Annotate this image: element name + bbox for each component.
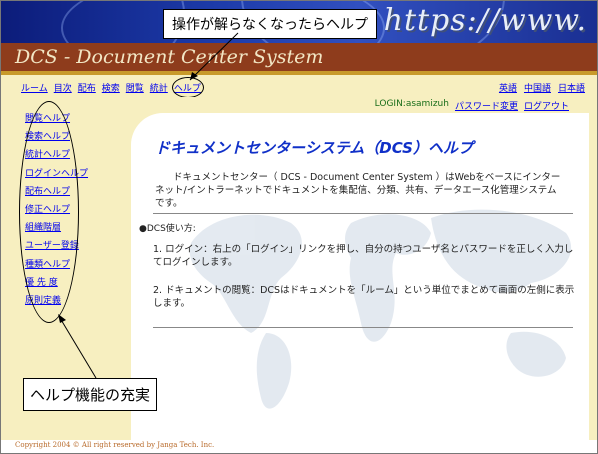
sidebar-highlight-oval bbox=[19, 101, 79, 323]
lang-japanese[interactable]: 日本語 bbox=[558, 81, 585, 94]
lang-chinese[interactable]: 中国語 bbox=[524, 81, 551, 94]
login-user: LOGIN:asamizuh bbox=[374, 99, 449, 109]
page-title: ドキュメントセンターシステム（DCS）ヘルプ bbox=[155, 139, 473, 157]
divider bbox=[153, 327, 573, 328]
callout-help-note: 操作が解らなくなったらヘルプ bbox=[163, 9, 377, 39]
app-title: DCS - Document Center System bbox=[15, 46, 324, 68]
banner-url-text: https://www. bbox=[383, 3, 587, 38]
copyright-text: Copyright 2004 © All right reserved by J… bbox=[15, 441, 215, 449]
lang-english[interactable]: 英語 bbox=[499, 81, 517, 94]
intro-text: ドキュメントセンター（ DCS - Document Center System… bbox=[155, 172, 561, 209]
footer: Copyright 2004 © All right reserved by J… bbox=[1, 440, 597, 453]
top-nav: ルーム 目次 配布 検索 閲覧 統計 ヘルプ 英語 中国語 日本語 bbox=[1, 75, 597, 97]
nav-room[interactable]: ルーム bbox=[21, 81, 48, 94]
callout-help-features: ヘルプ機能の充実 bbox=[23, 378, 158, 411]
nav-browse[interactable]: 閲覧 bbox=[126, 81, 144, 94]
help-highlight-circle bbox=[172, 77, 204, 98]
change-password-link[interactable]: パスワード変更 bbox=[455, 99, 518, 112]
login-bar: LOGIN:asamizuh パスワード変更 ログアウト bbox=[375, 99, 569, 112]
step-login: 1. ログイン：右上の「ログイン」リンクを押し、自分の持つユーザ名とパスワードを… bbox=[153, 244, 574, 268]
nav-search[interactable]: 検索 bbox=[102, 81, 120, 94]
language-links: 英語 中国語 日本語 bbox=[499, 81, 585, 94]
logout-link[interactable]: ログアウト bbox=[524, 99, 569, 112]
nav-distribute[interactable]: 配布 bbox=[78, 81, 96, 94]
divider bbox=[153, 213, 573, 214]
app-window: https://www. DCS - Document Center Syste… bbox=[0, 0, 598, 454]
usage-heading: ●DCS使い方: bbox=[139, 224, 196, 234]
main-panel bbox=[131, 113, 589, 440]
nav-stats[interactable]: 統計 bbox=[150, 81, 168, 94]
step-browse: 2. ドキュメントの閲覧：DCSはドキュメントを「ルーム」という単位でまとめて画… bbox=[153, 285, 575, 309]
nav-toc[interactable]: 目次 bbox=[54, 81, 72, 94]
